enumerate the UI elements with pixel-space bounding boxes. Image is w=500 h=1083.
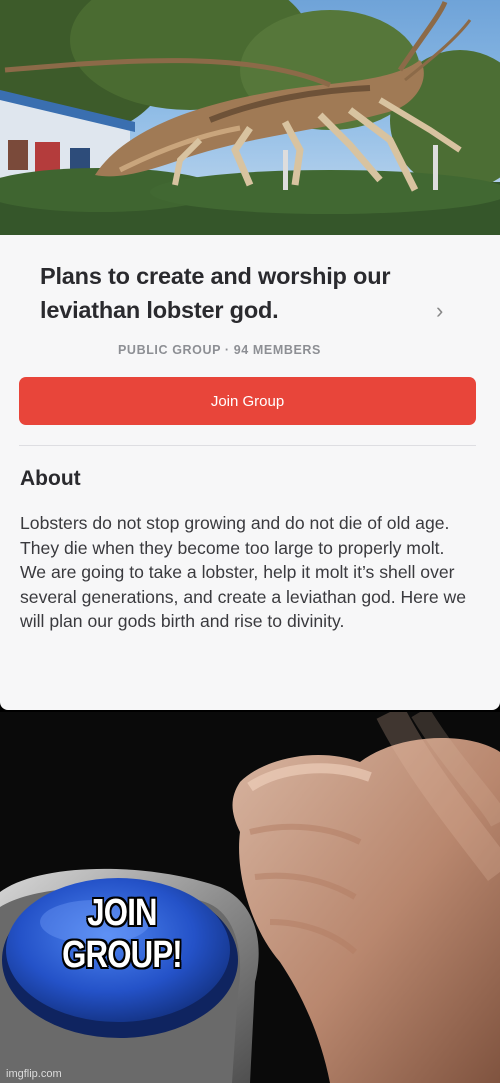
about-paragraph: Lobsters do not stop growing and do not … [20, 513, 450, 558]
join-group-button[interactable]: Join Group [19, 377, 476, 425]
group-title[interactable]: Plans to create and worship our leviatha… [40, 259, 460, 327]
about-text: Lobsters do not stop growing and do not … [20, 511, 480, 634]
lobster-statue-photo [0, 0, 500, 235]
group-meta: PUBLIC GROUP · 94 MEMBERS [118, 343, 321, 357]
about-heading: About [20, 467, 81, 490]
chevron-right-icon[interactable]: › [436, 300, 450, 322]
meme-caption: JOIN GROUP! [62, 892, 183, 976]
divider [19, 445, 476, 446]
lobster-photo-graphic [0, 0, 500, 235]
group-card: Plans to create and worship our leviatha… [0, 235, 500, 710]
hand-image [232, 738, 500, 1083]
about-paragraph: We are going to take a lobster, help it … [20, 562, 466, 631]
meme-panel: JOIN GROUP! imgflip.com [0, 712, 500, 1083]
imgflip-watermark: imgflip.com [6, 1068, 62, 1080]
